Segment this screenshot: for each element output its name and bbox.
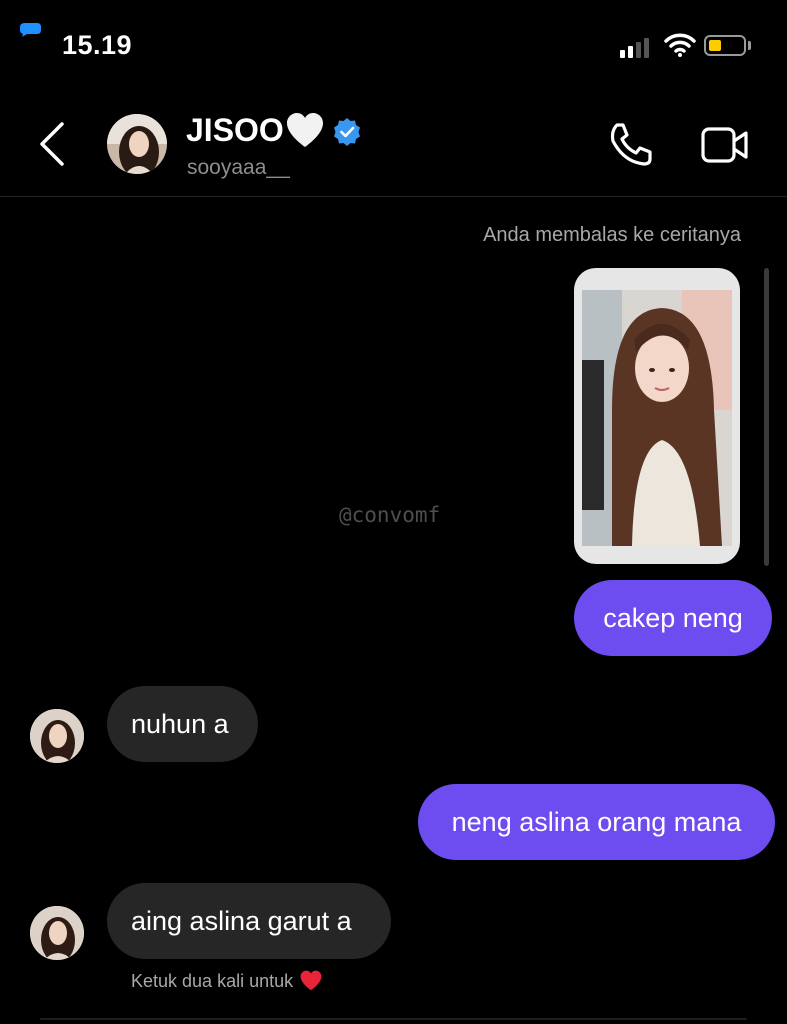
story-reply-note: Anda membalas ke ceritanya <box>483 224 741 246</box>
white-heart-icon <box>285 112 325 155</box>
video-camera-icon <box>701 127 748 163</box>
cellular-signal-icon <box>620 36 649 58</box>
verified-badge-icon <box>332 117 362 152</box>
contact-name[interactable]: JISOO <box>186 112 284 149</box>
battery-icon <box>704 35 746 56</box>
profile-avatar[interactable] <box>107 114 167 174</box>
red-heart-icon <box>300 970 322 991</box>
back-chevron-icon <box>40 122 64 166</box>
wifi-icon <box>664 33 696 62</box>
video-call-button[interactable] <box>700 124 750 171</box>
phone-icon <box>610 123 652 166</box>
message-bubble-received[interactable]: nuhun a <box>107 686 258 762</box>
audio-call-button[interactable] <box>608 122 656 173</box>
scrollbar[interactable] <box>764 268 769 566</box>
battery-tip <box>748 41 751 50</box>
status-time: 15.19 <box>62 30 133 60</box>
message-bubble-received[interactable]: aing aslina garut a <box>107 883 391 959</box>
header-divider <box>0 196 787 197</box>
hint-text: Ketuk dua kali untuk <box>131 970 294 991</box>
chat-bubble-indicator-icon <box>18 22 42 38</box>
contact-username[interactable]: sooyaaa__ <box>187 156 290 180</box>
sender-avatar[interactable] <box>30 906 84 960</box>
composer-top-edge <box>40 1018 747 1020</box>
message-bubble-sent[interactable]: cakep neng <box>574 580 772 656</box>
back-button[interactable] <box>36 122 68 171</box>
watermark-text: @convomf <box>339 503 441 527</box>
double-tap-hint: Ketuk dua kali untuk <box>131 970 323 992</box>
message-bubble-sent[interactable]: neng aslina orang mana <box>418 784 775 860</box>
sender-avatar[interactable] <box>30 709 84 763</box>
story-reply-thumbnail[interactable] <box>574 268 740 564</box>
